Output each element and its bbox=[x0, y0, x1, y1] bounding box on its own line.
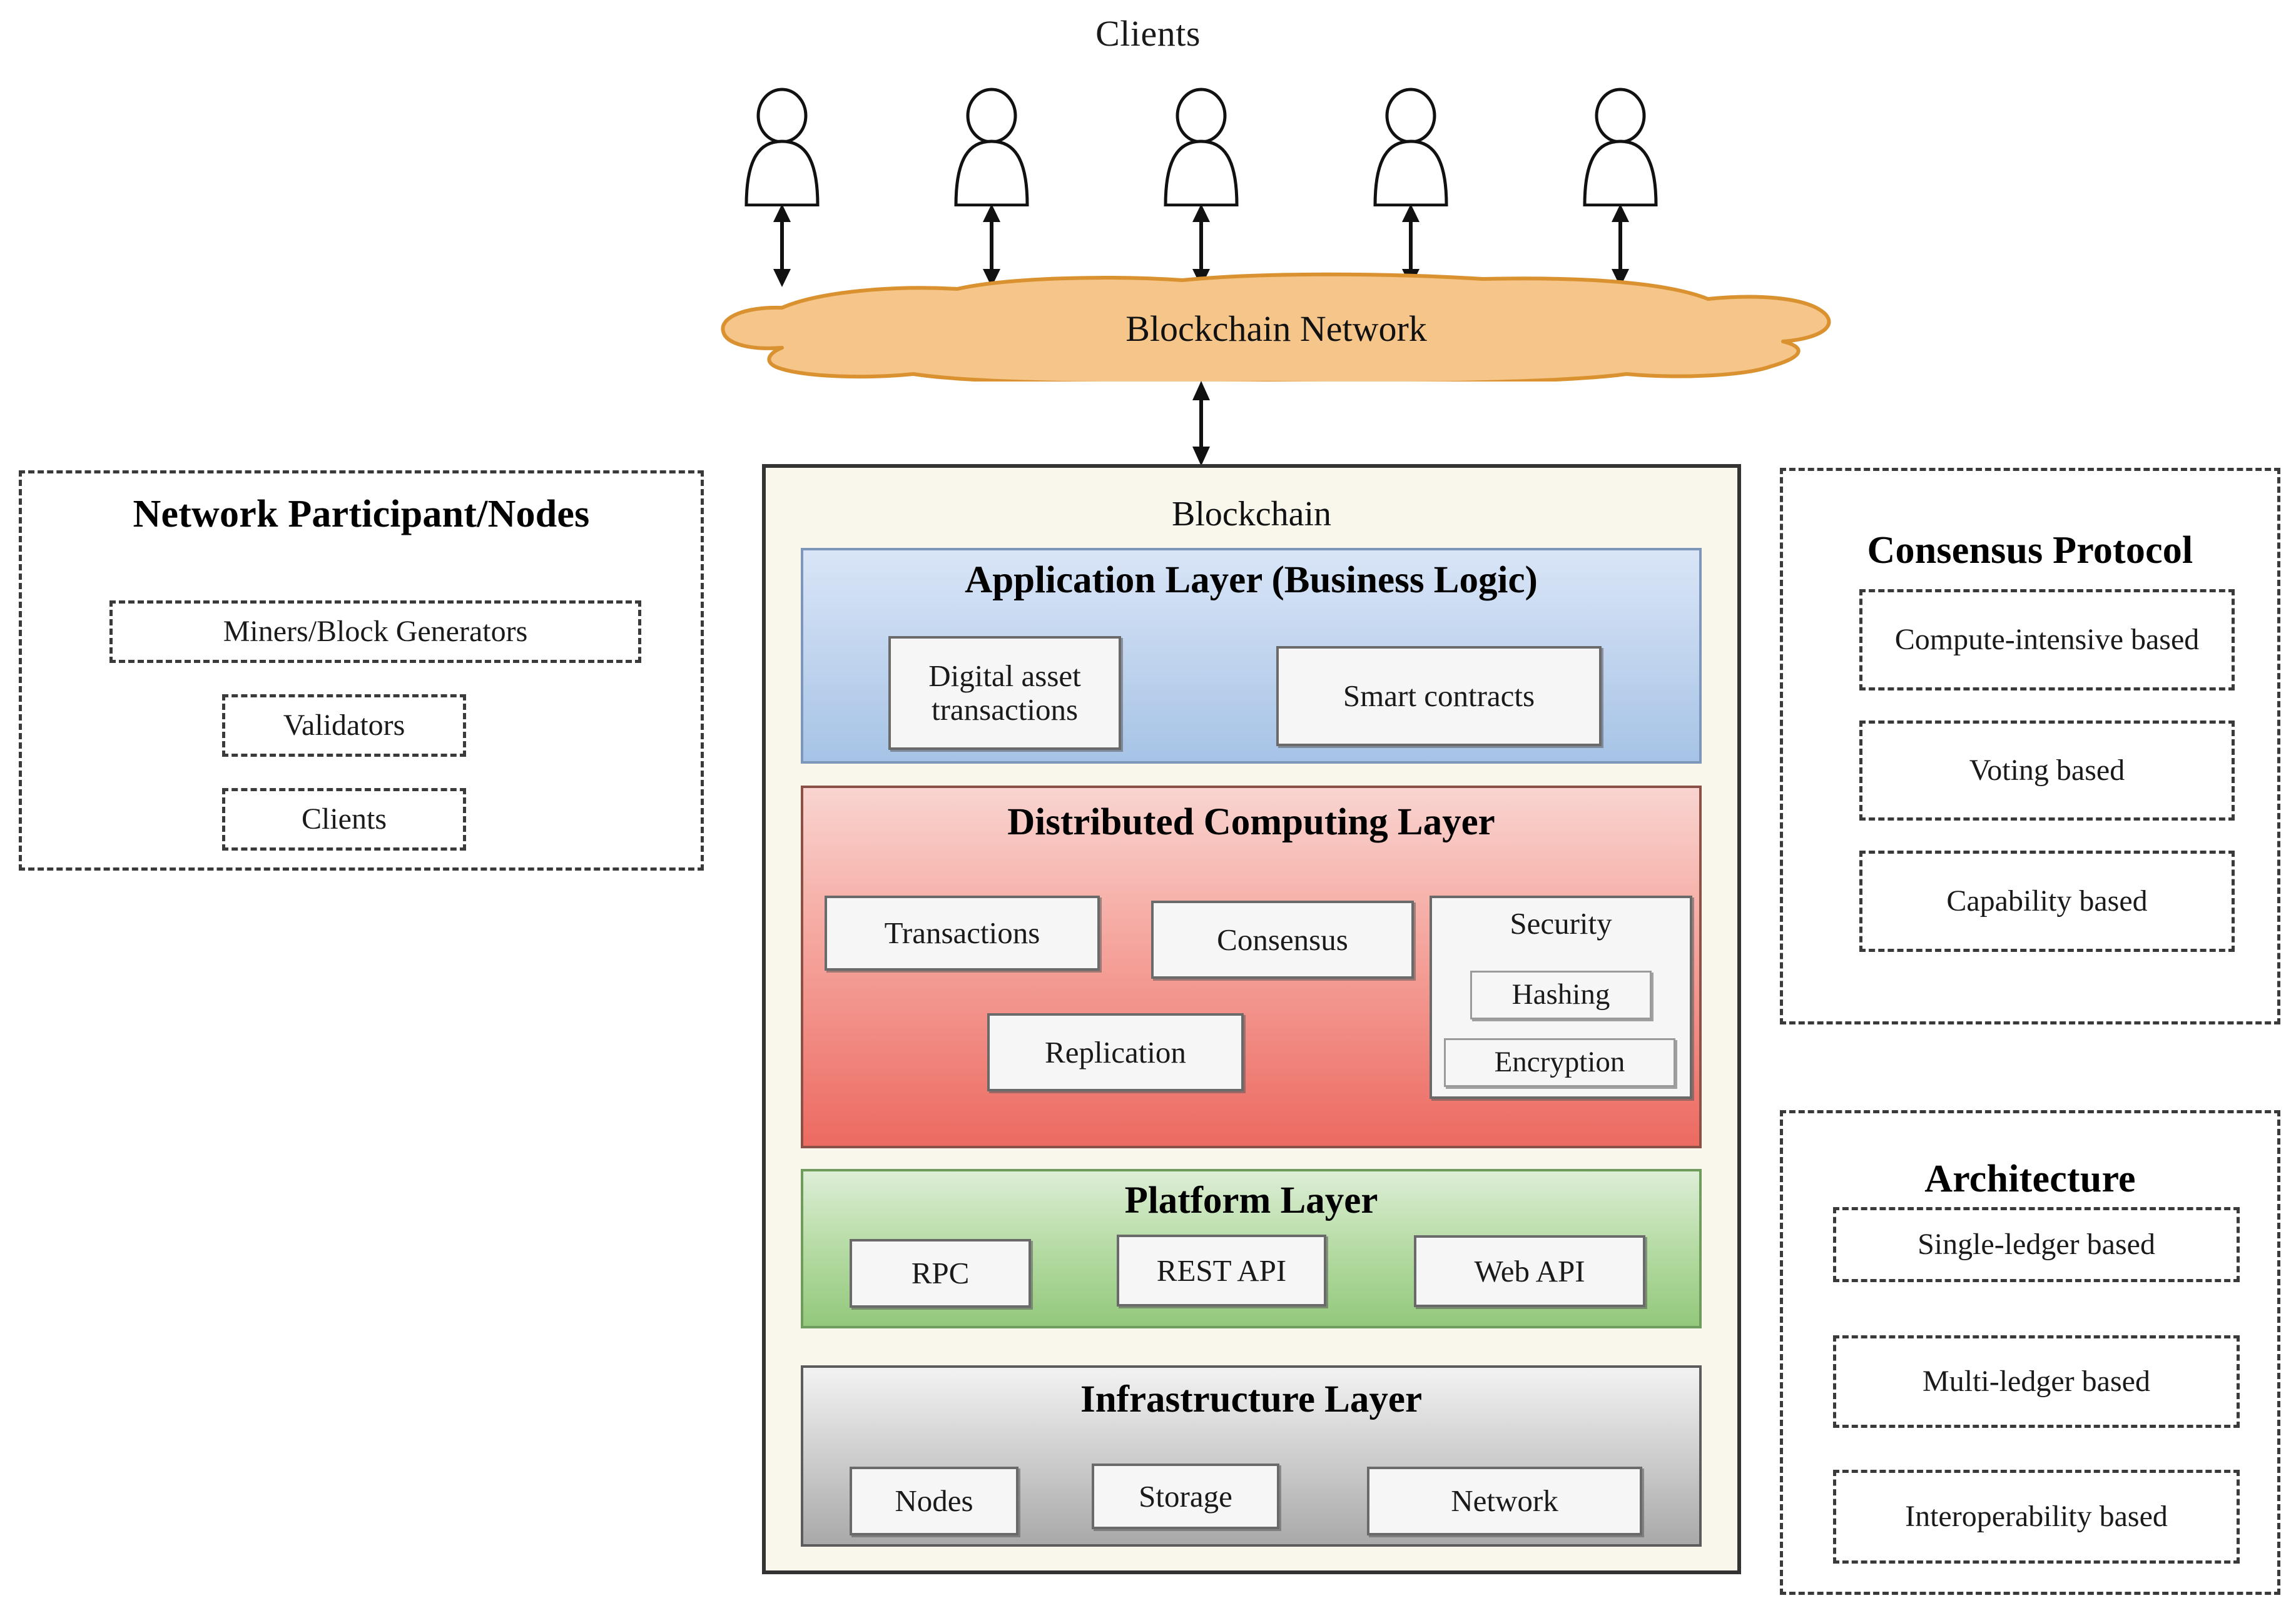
sub-box-label: Encryption bbox=[1494, 1046, 1625, 1079]
network-participants-title: Network Participant/Nodes bbox=[133, 493, 590, 535]
client-person-icon-3 bbox=[1154, 88, 1248, 206]
dist-item-replication[interactable]: Replication bbox=[987, 1013, 1244, 1091]
sub-box-label: REST API bbox=[1156, 1253, 1287, 1288]
infra-item-storage[interactable]: Storage bbox=[1092, 1464, 1279, 1529]
platform-item-rest-api[interactable]: REST API bbox=[1117, 1235, 1326, 1307]
distributed-computing-layer-title: Distributed Computing Layer bbox=[1007, 801, 1495, 843]
dash-box-label: Voting based bbox=[1969, 754, 2125, 787]
sub-box-label: Hashing bbox=[1511, 978, 1610, 1011]
blockchain-title: Blockchain bbox=[1171, 495, 1332, 533]
sub-box-label: RPC bbox=[911, 1256, 970, 1291]
network-blockchain-arrow bbox=[1189, 380, 1214, 467]
sub-box-label: Replication bbox=[1045, 1034, 1186, 1069]
consensus-item-compute-intensive[interactable]: Compute-intensive based bbox=[1859, 589, 2235, 690]
consensus-item-voting[interactable]: Voting based bbox=[1859, 721, 2235, 821]
consensus-item-capability[interactable]: Capability based bbox=[1859, 851, 2235, 952]
dash-box-label: Single-ledger based bbox=[1918, 1228, 2155, 1262]
client-person-icon-1 bbox=[735, 88, 829, 206]
architecture-item-single-ledger[interactable]: Single-ledger based bbox=[1833, 1207, 2240, 1282]
client-person-icon-4 bbox=[1364, 88, 1458, 206]
cloud-label: Blockchain Network bbox=[1125, 308, 1427, 349]
participant-item-clients[interactable]: Clients bbox=[222, 788, 466, 851]
participant-item-validators[interactable]: Validators bbox=[222, 694, 466, 757]
app-item-digital-asset-transactions[interactable]: Digital asset transactions bbox=[888, 636, 1121, 750]
dash-box-label: Interoperability based bbox=[1905, 1500, 2168, 1534]
dash-box-label: Capability based bbox=[1946, 884, 2148, 918]
platform-item-rpc[interactable]: RPC bbox=[850, 1239, 1031, 1308]
sub-box-label: Transactions bbox=[884, 916, 1040, 951]
sub-box-label: Nodes bbox=[895, 1484, 973, 1519]
app-item-smart-contracts[interactable]: Smart contracts bbox=[1276, 646, 1602, 746]
clients-title: Clients bbox=[1095, 13, 1201, 54]
sub-box-label: Network bbox=[1451, 1484, 1558, 1519]
participant-item-label: Miners/Block Generators bbox=[223, 615, 528, 649]
dist-item-consensus[interactable]: Consensus bbox=[1151, 901, 1414, 979]
security-item-hashing[interactable]: Hashing bbox=[1470, 971, 1652, 1019]
sub-box-label: Smart contracts bbox=[1343, 679, 1535, 714]
dist-item-transactions[interactable]: Transactions bbox=[825, 896, 1100, 971]
sub-box-label: Digital asset transactions bbox=[928, 659, 1081, 727]
sub-box-label: Web API bbox=[1474, 1253, 1585, 1288]
dash-box-label: Multi-ledger based bbox=[1923, 1365, 2150, 1398]
architecture-title: Architecture bbox=[1924, 1158, 2136, 1200]
sub-box-label: Storage bbox=[1139, 1479, 1232, 1514]
infra-item-network[interactable]: Network bbox=[1367, 1467, 1642, 1535]
security-label: Security bbox=[1510, 906, 1612, 941]
application-layer-title: Application Layer (Business Logic) bbox=[965, 559, 1538, 601]
participant-item-label: Clients bbox=[301, 802, 387, 836]
platform-item-web-api[interactable]: Web API bbox=[1414, 1235, 1645, 1307]
sub-box-label: Consensus bbox=[1217, 922, 1348, 957]
architecture-item-multi-ledger[interactable]: Multi-ledger based bbox=[1833, 1335, 2240, 1428]
infra-item-nodes[interactable]: Nodes bbox=[850, 1467, 1018, 1535]
dash-box-label: Compute-intensive based bbox=[1894, 623, 2200, 657]
architecture-item-interoperability[interactable]: Interoperability based bbox=[1833, 1470, 2240, 1564]
platform-layer-title: Platform Layer bbox=[1124, 1180, 1378, 1221]
participant-item-miners[interactable]: Miners/Block Generators bbox=[109, 600, 641, 663]
infrastructure-layer-title: Infrastructure Layer bbox=[1080, 1378, 1423, 1420]
client-person-icon-5 bbox=[1573, 88, 1667, 206]
security-item-encryption[interactable]: Encryption bbox=[1444, 1038, 1675, 1087]
consensus-protocol-title: Consensus Protocol bbox=[1867, 529, 2193, 572]
client-person-icon-2 bbox=[945, 88, 1039, 206]
participant-item-label: Validators bbox=[283, 709, 405, 742]
